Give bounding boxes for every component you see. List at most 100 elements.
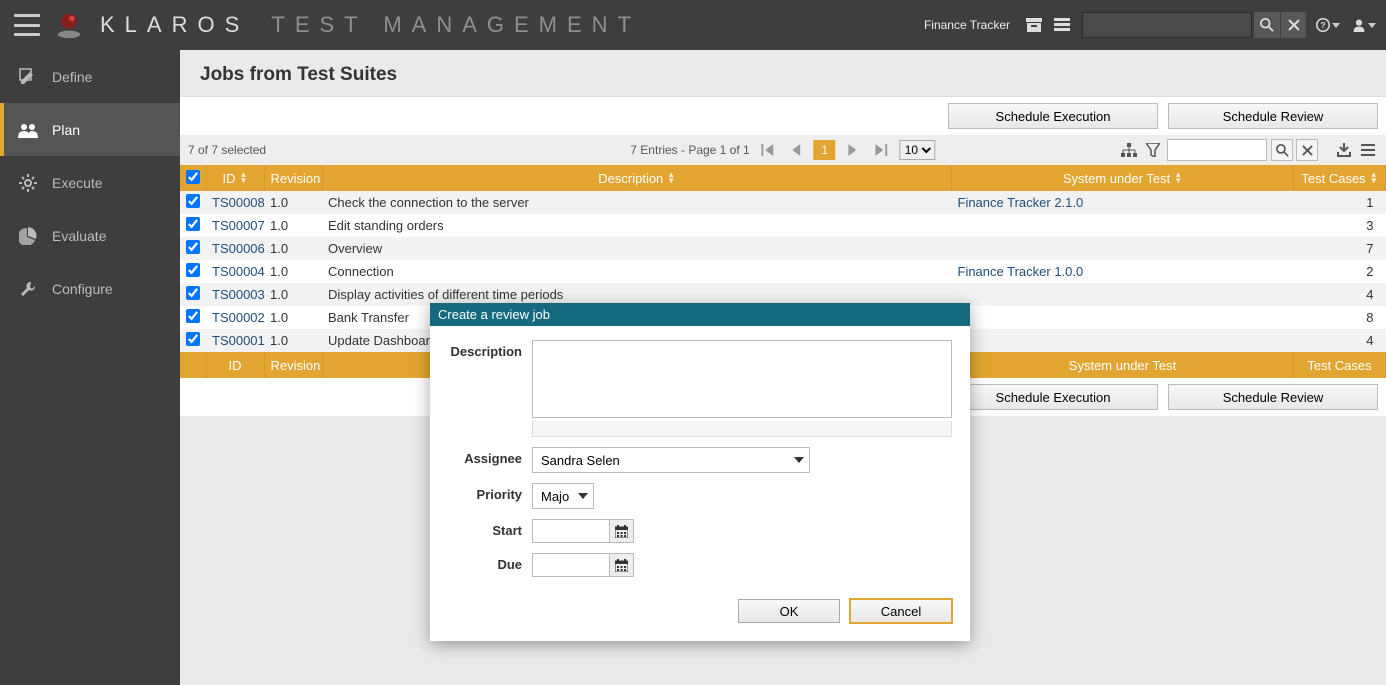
gear-icon bbox=[18, 173, 38, 193]
table-search-input[interactable] bbox=[1167, 139, 1267, 161]
calendar-icon bbox=[615, 525, 628, 538]
description-textarea[interactable] bbox=[532, 340, 952, 418]
table-row: TS000081.0Check the connection to the se… bbox=[180, 191, 1386, 214]
due-label: Due bbox=[448, 553, 532, 572]
row-select-checkbox[interactable] bbox=[186, 217, 200, 231]
row-select-checkbox[interactable] bbox=[186, 194, 200, 208]
global-search-button[interactable] bbox=[1254, 12, 1280, 38]
schedule-execution-button-bottom[interactable]: Schedule Execution bbox=[948, 384, 1158, 410]
global-search-input[interactable] bbox=[1082, 12, 1252, 38]
table-row: TS000071.0Edit standing orders3 bbox=[180, 214, 1386, 237]
testsuite-link[interactable]: TS00002 bbox=[212, 310, 265, 325]
row-select-checkbox[interactable] bbox=[186, 332, 200, 346]
start-date-picker-button[interactable] bbox=[610, 519, 634, 543]
column-header-revision[interactable]: Revision bbox=[264, 165, 322, 191]
sidebar-item-evaluate[interactable]: Evaluate bbox=[0, 209, 180, 262]
table-toolbar: 7 of 7 selected 7 Entries - Page 1 of 1 … bbox=[180, 135, 1386, 165]
table-search-button[interactable] bbox=[1271, 139, 1293, 161]
export-icon[interactable] bbox=[1334, 140, 1354, 160]
row-select-checkbox[interactable] bbox=[186, 309, 200, 323]
sidebar-item-label: Configure bbox=[52, 281, 113, 297]
table-header-row: ID Revision Description System under Tes… bbox=[180, 165, 1386, 191]
row-id-cell: TS00001 bbox=[206, 329, 264, 352]
users-icon bbox=[18, 120, 38, 140]
testsuite-link[interactable]: TS00008 bbox=[212, 195, 265, 210]
row-testcases-cell: 2 bbox=[1294, 260, 1386, 283]
klaros-logo-icon bbox=[54, 10, 84, 40]
description-label: Description bbox=[448, 340, 532, 359]
calendar-icon bbox=[615, 559, 628, 572]
wrench-icon bbox=[18, 279, 38, 299]
column-header-id[interactable]: ID bbox=[206, 165, 264, 191]
assignee-label: Assignee bbox=[448, 447, 532, 466]
sidebar-item-execute[interactable]: Execute bbox=[0, 156, 180, 209]
row-description-cell: Overview bbox=[322, 237, 952, 260]
assignee-select[interactable]: Sandra Selen bbox=[532, 447, 810, 473]
testsuite-link[interactable]: TS00001 bbox=[212, 333, 265, 348]
sut-link[interactable]: Finance Tracker 2.1.0 bbox=[958, 195, 1084, 210]
row-select-checkbox[interactable] bbox=[186, 240, 200, 254]
testsuite-link[interactable]: TS00003 bbox=[212, 287, 265, 302]
column-header-select[interactable] bbox=[180, 165, 206, 191]
column-footer-id: ID bbox=[206, 352, 264, 378]
pager-last-icon[interactable] bbox=[872, 140, 892, 160]
column-header-description[interactable]: Description bbox=[322, 165, 952, 191]
pager-prev-icon[interactable] bbox=[786, 140, 806, 160]
testsuite-link[interactable]: TS00007 bbox=[212, 218, 265, 233]
cancel-button[interactable]: Cancel bbox=[850, 599, 952, 623]
row-sut-cell bbox=[952, 214, 1294, 237]
sidebar-item-label: Plan bbox=[52, 122, 80, 138]
chevron-down-icon bbox=[1332, 23, 1340, 28]
row-select-cell bbox=[180, 283, 206, 306]
sort-icon bbox=[1174, 172, 1182, 184]
schedule-review-button-bottom[interactable]: Schedule Review bbox=[1168, 384, 1378, 410]
due-date-picker-button[interactable] bbox=[610, 553, 634, 577]
ok-button[interactable]: OK bbox=[738, 599, 840, 623]
testsuite-link[interactable]: TS00004 bbox=[212, 264, 265, 279]
row-revision-cell: 1.0 bbox=[264, 260, 322, 283]
row-description-cell: Edit standing orders bbox=[322, 214, 952, 237]
column-header-testcases[interactable]: Test Cases bbox=[1294, 165, 1386, 191]
due-date-input[interactable] bbox=[532, 553, 610, 577]
column-footer-revision: Revision bbox=[264, 352, 322, 378]
menu-toggle-icon[interactable] bbox=[14, 14, 40, 36]
sut-link[interactable]: Finance Tracker 1.0.0 bbox=[958, 264, 1084, 279]
page-size-select[interactable]: 10 bbox=[900, 140, 936, 160]
hierarchy-icon[interactable] bbox=[1119, 140, 1139, 160]
row-sut-cell: Finance Tracker 1.0.0 bbox=[952, 260, 1294, 283]
pager-first-icon[interactable] bbox=[758, 140, 778, 160]
start-label: Start bbox=[448, 519, 532, 538]
more-menu-icon[interactable] bbox=[1358, 140, 1378, 160]
row-id-cell: TS00004 bbox=[206, 260, 264, 283]
row-select-cell bbox=[180, 214, 206, 237]
help-menu[interactable]: ? bbox=[1316, 13, 1340, 37]
start-date-input[interactable] bbox=[532, 519, 610, 543]
row-select-checkbox[interactable] bbox=[186, 286, 200, 300]
table-row: TS000041.0ConnectionFinance Tracker 1.0.… bbox=[180, 260, 1386, 283]
archive-icon[interactable] bbox=[1022, 13, 1046, 37]
user-menu[interactable] bbox=[1352, 13, 1376, 37]
row-revision-cell: 1.0 bbox=[264, 237, 322, 260]
pager-current-page[interactable]: 1 bbox=[814, 140, 836, 160]
row-testcases-cell: 4 bbox=[1294, 329, 1386, 352]
page-title: Jobs from Test Suites bbox=[180, 58, 1386, 96]
sidebar-item-label: Define bbox=[52, 69, 92, 85]
table-search-clear-button[interactable] bbox=[1296, 139, 1318, 161]
schedule-execution-button[interactable]: Schedule Execution bbox=[948, 103, 1158, 129]
sidebar-item-label: Evaluate bbox=[52, 228, 106, 244]
list-view-icon[interactable] bbox=[1050, 13, 1074, 37]
global-search-clear-button[interactable] bbox=[1280, 12, 1306, 38]
pager: 7 Entries - Page 1 of 1 1 10 bbox=[630, 140, 935, 160]
sidebar-item-define[interactable]: Define bbox=[0, 50, 180, 103]
testsuite-link[interactable]: TS00006 bbox=[212, 241, 265, 256]
select-all-checkbox[interactable] bbox=[186, 170, 200, 184]
priority-select[interactable]: Major bbox=[532, 483, 594, 509]
sidebar-item-configure[interactable]: Configure bbox=[0, 262, 180, 315]
pager-next-icon[interactable] bbox=[844, 140, 864, 160]
row-revision-cell: 1.0 bbox=[264, 214, 322, 237]
row-select-checkbox[interactable] bbox=[186, 263, 200, 277]
sidebar-item-plan[interactable]: Plan bbox=[0, 103, 180, 156]
schedule-review-button[interactable]: Schedule Review bbox=[1168, 103, 1378, 129]
filter-icon[interactable] bbox=[1143, 140, 1163, 160]
column-header-sut[interactable]: System under Test bbox=[952, 165, 1294, 191]
